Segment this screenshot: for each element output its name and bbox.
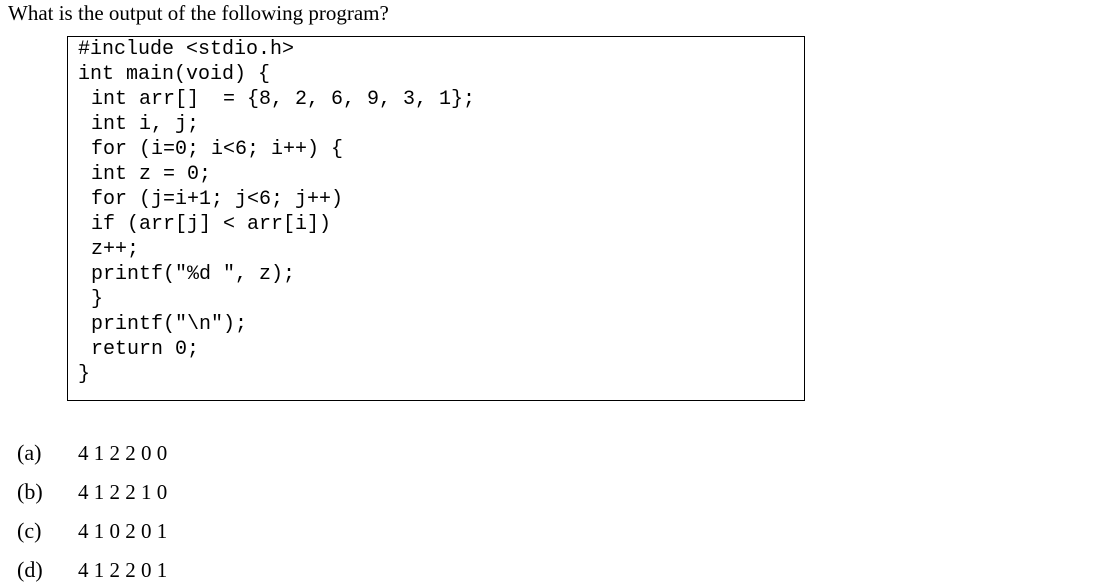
question-text: What is the output of the following prog… — [8, 1, 389, 25]
code-line: int z = 0; — [91, 163, 212, 186]
option-text: 4 1 2 2 0 0 — [78, 441, 168, 465]
code-line: #include <stdio.h> — [78, 38, 295, 61]
code-block: #include <stdio.h> int main(void) { int … — [67, 36, 805, 401]
code-line: int arr[] = {8, 2, 6, 9, 3, 1}; — [91, 88, 476, 111]
option-c[interactable]: (c) 4 1 0 2 0 1 — [0, 516, 400, 546]
option-text: 4 1 2 2 1 0 — [78, 480, 168, 504]
option-label: (b) — [17, 479, 43, 504]
option-b[interactable]: (b) 4 1 2 2 1 0 — [0, 477, 400, 507]
option-label: (c) — [17, 518, 42, 543]
code-line: printf("%d ", z); — [91, 263, 296, 286]
option-text: 4 1 0 2 0 1 — [78, 519, 168, 543]
option-d[interactable]: (d) 4 1 2 2 0 1 — [0, 555, 400, 585]
code-line: return 0; — [91, 338, 200, 361]
code-line: if (arr[j] < arr[i]) — [91, 213, 332, 236]
option-text: 4 1 2 2 0 1 — [78, 558, 168, 582]
code-line: printf("\n"); — [91, 313, 248, 336]
code-line: z++; — [91, 238, 140, 261]
code-line: int main(void) { — [78, 63, 271, 86]
code-line: } — [91, 288, 104, 311]
code-line: for (i=0; i<6; i++) { — [91, 138, 344, 161]
code-line: } — [78, 363, 91, 386]
code-line: int i, j; — [91, 113, 200, 136]
option-label: (d) — [17, 557, 43, 582]
option-a[interactable]: (a) 4 1 2 2 0 0 — [0, 438, 400, 468]
code-line: for (j=i+1; j<6; j++) — [91, 188, 344, 211]
option-label: (a) — [17, 440, 42, 465]
